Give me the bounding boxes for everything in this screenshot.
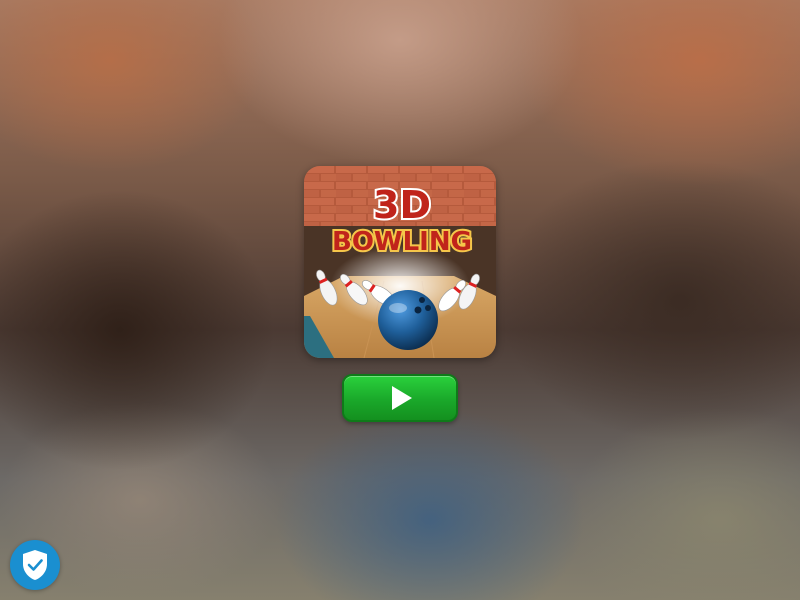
security-badge[interactable] [10,540,60,590]
bowling-artwork: 3D BOWLING [304,166,496,358]
shield-check-icon [23,550,47,580]
title-line-1: 3D [373,183,431,227]
game-thumbnail[interactable]: 3D BOWLING [304,166,496,358]
title-line-2: BOWLING [332,227,472,257]
play-button[interactable] [342,374,458,422]
game-launch-screen: 3D BOWLING [0,0,800,600]
play-icon [392,386,412,410]
bowling-ball [378,290,438,350]
